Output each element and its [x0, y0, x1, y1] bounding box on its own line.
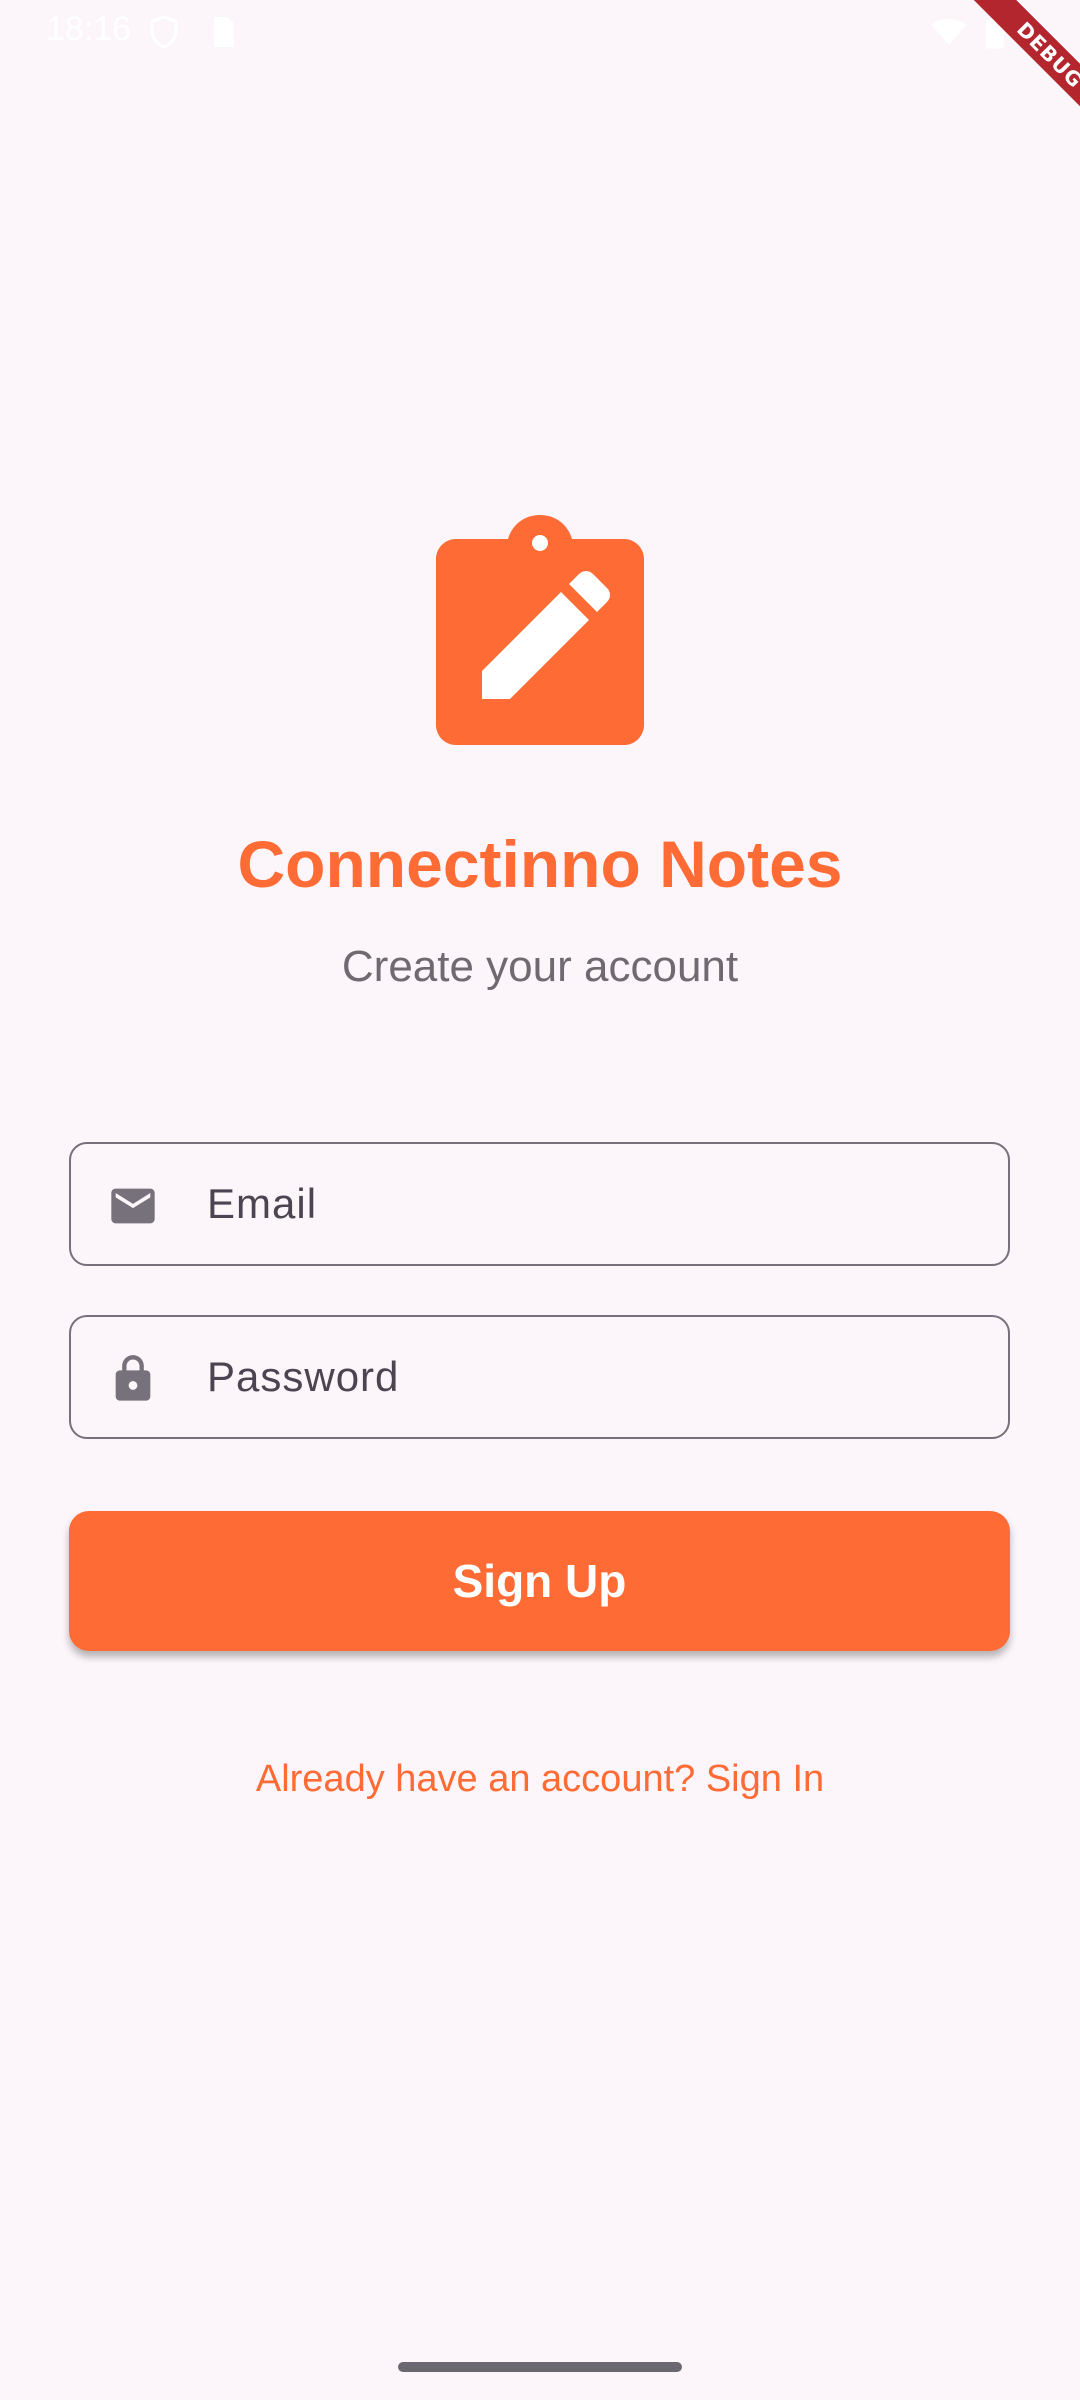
status-bar: 18:16 — [0, 0, 1080, 64]
sign-in-link[interactable]: Already have an account? Sign In — [0, 1758, 1080, 1801]
debug-banner-label: DEBUG — [954, 0, 1080, 150]
status-time: 18:16 — [46, 10, 132, 48]
sign-up-button[interactable]: Sign Up — [69, 1511, 1010, 1651]
sim-icon — [208, 14, 238, 55]
password-input[interactable] — [207, 1317, 967, 1437]
mail-icon — [107, 1180, 159, 1232]
shield-icon — [146, 14, 182, 55]
page-subtitle: Create your account — [341, 942, 739, 991]
password-field[interactable] — [69, 1315, 1010, 1439]
lock-icon — [107, 1353, 159, 1405]
home-indicator[interactable] — [398, 2362, 682, 2372]
email-field[interactable] — [69, 1142, 1010, 1266]
clipboard-edit-icon — [436, 515, 644, 745]
app-title: Connectinno Notes — [237, 827, 843, 901]
debug-banner: DEBUG — [930, 0, 1080, 150]
email-input[interactable] — [207, 1144, 967, 1264]
